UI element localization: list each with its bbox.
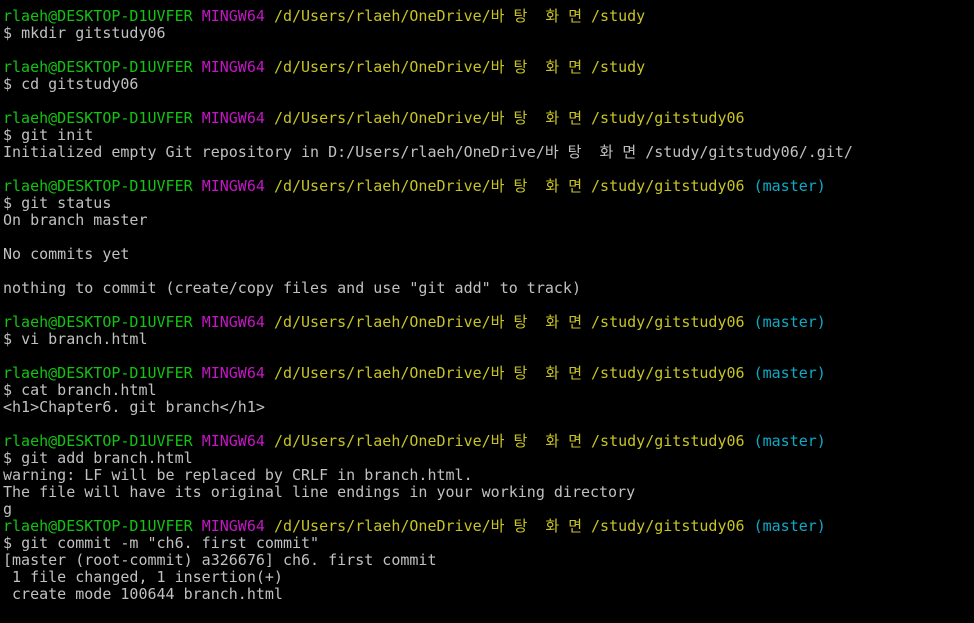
- prompt-path: /d/Users/rlaeh/OneDrive/바 탕 화 면 /study/g…: [273, 177, 745, 195]
- output-line: On branch master: [3, 211, 148, 229]
- prompt-symbol: $: [3, 24, 22, 42]
- prompt-line: rlaeh@DESKTOP-D1UVFER MINGW64 /d/Users/r…: [3, 365, 974, 382]
- terminal-window[interactable]: rlaeh@DESKTOP-D1UVFER MINGW64 /d/Users/r…: [0, 8, 974, 623]
- output-line: g: [3, 500, 13, 518]
- prompt-path: /d/Users/rlaeh/OneDrive/바 탕 화 면 /study: [273, 7, 646, 25]
- prompt-line: rlaeh@DESKTOP-D1UVFER MINGW64 /d/Users/r…: [3, 8, 974, 25]
- command-line: $ git init: [3, 127, 974, 144]
- prompt-symbol: $: [3, 126, 22, 144]
- output-line: The file will have its original line end…: [3, 483, 636, 501]
- prompt-user-host: rlaeh@DESKTOP-D1UVFER: [3, 109, 193, 127]
- prompt-path: /d/Users/rlaeh/OneDrive/바 탕 화 면 /study/g…: [273, 313, 745, 331]
- prompt-branch: (master): [753, 313, 826, 331]
- output-line: create mode 100644 branch.html: [3, 585, 283, 603]
- output-line: nothing to commit (create/copy files and…: [3, 279, 581, 297]
- command-line: $ git status: [3, 195, 974, 212]
- prompt-symbol: $: [3, 534, 22, 552]
- prompt-symbol: $: [3, 194, 22, 212]
- prompt-user-host: rlaeh@DESKTOP-D1UVFER: [3, 432, 193, 450]
- prompt-line: rlaeh@DESKTOP-D1UVFER MINGW64 /d/Users/r…: [3, 518, 974, 535]
- output-line: Initialized empty Git repository in D:/U…: [3, 143, 853, 161]
- prompt-symbol: $: [3, 75, 22, 93]
- prompt-symbol: $: [3, 381, 22, 399]
- command-text: git commit -m "ch6. first commit": [21, 534, 320, 552]
- command-line: $ cat branch.html: [3, 382, 974, 399]
- prompt-user-host: rlaeh@DESKTOP-D1UVFER: [3, 7, 193, 25]
- prompt-path: /d/Users/rlaeh/OneDrive/바 탕 화 면 /study/g…: [273, 517, 745, 535]
- command-line: $ git commit -m "ch6. first commit": [3, 535, 974, 552]
- prompt-line: rlaeh@DESKTOP-D1UVFER MINGW64 /d/Users/r…: [3, 314, 974, 331]
- command-line: $ cd gitstudy06: [3, 76, 974, 93]
- prompt-line: rlaeh@DESKTOP-D1UVFER MINGW64 /d/Users/r…: [3, 178, 974, 195]
- prompt-msystem: MINGW64: [201, 7, 265, 25]
- prompt-line: rlaeh@DESKTOP-D1UVFER MINGW64 /d/Users/r…: [3, 110, 974, 127]
- prompt-msystem: MINGW64: [201, 109, 265, 127]
- prompt-msystem: MINGW64: [201, 177, 265, 195]
- output-line: 1 file changed, 1 insertion(+): [3, 568, 283, 586]
- prompt-branch: (master): [753, 177, 826, 195]
- prompt-branch: (master): [753, 364, 826, 382]
- prompt-user-host: rlaeh@DESKTOP-D1UVFER: [3, 364, 193, 382]
- prompt-line: rlaeh@DESKTOP-D1UVFER MINGW64 /d/Users/r…: [3, 59, 974, 76]
- output-line: No commits yet: [3, 245, 130, 263]
- output-line: <h1>Chapter6. git branch</h1>: [3, 398, 265, 416]
- command-line: $ mkdir gitstudy06: [3, 25, 974, 42]
- prompt-user-host: rlaeh@DESKTOP-D1UVFER: [3, 58, 193, 76]
- command-line: $ git add branch.html: [3, 450, 974, 467]
- prompt-path: /d/Users/rlaeh/OneDrive/바 탕 화 면 /study/g…: [273, 109, 745, 127]
- prompt-user-host: rlaeh@DESKTOP-D1UVFER: [3, 517, 193, 535]
- command-text: git init: [21, 126, 94, 144]
- command-line: $ vi branch.html: [3, 331, 974, 348]
- prompt-path: /d/Users/rlaeh/OneDrive/바 탕 화 면 /study/g…: [273, 364, 745, 382]
- command-text: git status: [21, 194, 112, 212]
- prompt-user-host: rlaeh@DESKTOP-D1UVFER: [3, 313, 193, 331]
- prompt-symbol: $: [3, 449, 22, 467]
- prompt-msystem: MINGW64: [201, 364, 265, 382]
- command-text: git add branch.html: [21, 449, 193, 467]
- command-text: vi branch.html: [21, 330, 148, 348]
- output-line: warning: LF will be replaced by CRLF in …: [3, 466, 473, 484]
- prompt-msystem: MINGW64: [201, 432, 265, 450]
- prompt-user-host: rlaeh@DESKTOP-D1UVFER: [3, 177, 193, 195]
- prompt-symbol: $: [3, 330, 22, 348]
- output-line: [master (root-commit) a326676] ch6. firs…: [3, 551, 437, 569]
- prompt-msystem: MINGW64: [201, 58, 265, 76]
- command-text: cd gitstudy06: [21, 75, 139, 93]
- prompt-msystem: MINGW64: [201, 313, 265, 331]
- prompt-path: /d/Users/rlaeh/OneDrive/바 탕 화 면 /study/g…: [273, 432, 745, 450]
- prompt-branch: (master): [753, 432, 826, 450]
- prompt-path: /d/Users/rlaeh/OneDrive/바 탕 화 면 /study: [273, 58, 646, 76]
- prompt-msystem: MINGW64: [201, 517, 265, 535]
- prompt-branch: (master): [753, 517, 826, 535]
- command-text: mkdir gitstudy06: [21, 24, 166, 42]
- command-text: cat branch.html: [21, 381, 157, 399]
- prompt-line: rlaeh@DESKTOP-D1UVFER MINGW64 /d/Users/r…: [3, 433, 974, 450]
